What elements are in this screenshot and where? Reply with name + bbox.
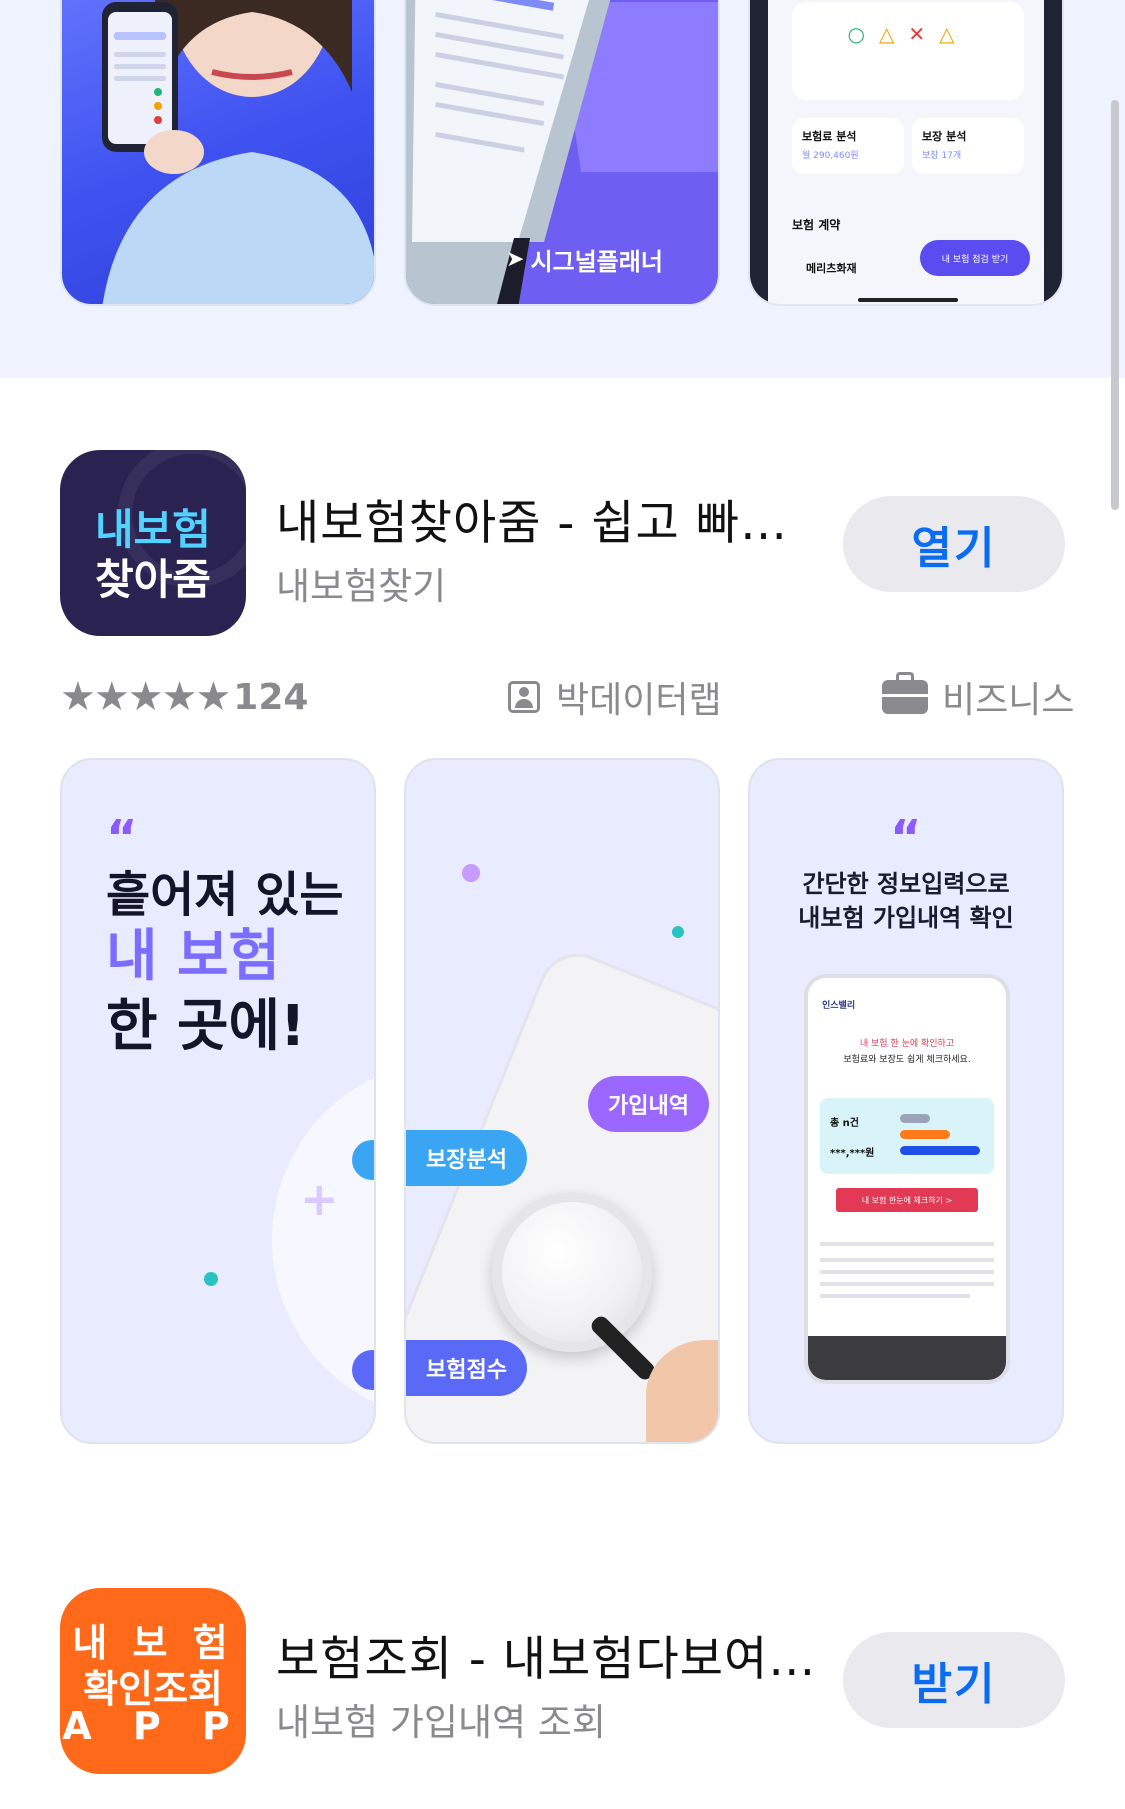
app-title[interactable]: 내보험찾아줌 - 쉽고 빠… bbox=[276, 484, 788, 553]
phone-bezel-right bbox=[1044, 0, 1062, 304]
top-screenshot-1[interactable] bbox=[60, 0, 376, 306]
play-arrow-icon: ➤ bbox=[506, 247, 525, 272]
status-symbols-card: ○△✕△ bbox=[792, 2, 1024, 100]
coverage-analysis-title: 보장 분석 bbox=[922, 130, 967, 143]
headline-line3: 한 곳에! bbox=[106, 994, 306, 1059]
top-screenshot-3[interactable]: ○△✕△ 보험료 분석 월 290,460원 보장 분석 보장 17개 보험 계… bbox=[748, 0, 1064, 306]
get-button-label: 받기 bbox=[911, 1659, 997, 1710]
briefcase-icon bbox=[882, 672, 928, 714]
app-icon-bohumjohoe[interactable]: 내 보 험 확인조회 A P P bbox=[60, 1588, 246, 1774]
screenshot-3[interactable]: “ 간단한 정보입력으로 내보험 가입내역 확인 인스밸리 내 보험 한 눈에 … bbox=[748, 758, 1064, 1444]
coverage-analysis-value: 보장 17개 bbox=[922, 151, 962, 161]
phone-line1: 내 보험 한 눈에 확인하고 bbox=[859, 1039, 955, 1049]
teal-dot bbox=[204, 1272, 218, 1286]
phone-amount: ***,***원 bbox=[830, 1148, 875, 1159]
person-icon bbox=[508, 681, 540, 713]
star-rating-icon: ★★★★★ bbox=[60, 674, 231, 720]
developer-name: 박데이터랩 bbox=[556, 680, 722, 721]
coverage-analysis-card[interactable]: 보장 분석 보장 17개 bbox=[912, 118, 1024, 174]
app2-title[interactable]: 보험조회 - 내보험다보여… bbox=[276, 1620, 816, 1689]
phone-text-line bbox=[820, 1242, 994, 1246]
phone-footer bbox=[808, 1336, 1006, 1380]
scrollbar[interactable] bbox=[1111, 100, 1119, 510]
quote-mark-icon: “ bbox=[890, 810, 922, 866]
app-subtitle: 내보험찾기 bbox=[276, 565, 447, 608]
category-name: 비즈니스 bbox=[942, 680, 1075, 721]
signal-planner-caption: 시그널플래너 bbox=[530, 248, 663, 276]
top-screenshot-2[interactable]: ➤ 시그널플래너 bbox=[404, 0, 720, 306]
developer-info: 박데이터랩 bbox=[508, 672, 722, 722]
tag-subscription: 가입내역 bbox=[588, 1076, 709, 1132]
app2-icon-line3: A P P bbox=[62, 1704, 244, 1748]
phone-text-line bbox=[820, 1270, 994, 1274]
signal-planner-logo: ➤ 시그널플래너 bbox=[506, 242, 663, 277]
screenshot3-line1: 간단한 정보입력으로 bbox=[802, 870, 1010, 898]
screenshot-2[interactable]: 가입내역 보장분석 보험점수 bbox=[404, 758, 720, 1444]
open-button-label: 열기 bbox=[911, 523, 997, 574]
rating-summary: ★★★★★ 124 bbox=[60, 672, 308, 722]
app-icon-naebohum[interactable]: 내보험 찾아줌 bbox=[60, 450, 246, 636]
status-symbols: ○△✕△ bbox=[847, 22, 969, 46]
headline-line2: 내 보험 bbox=[106, 924, 281, 989]
tag-coverage-analysis: 보장분석 bbox=[406, 1130, 527, 1186]
tag-insurance-score: 보험점수 bbox=[406, 1340, 527, 1396]
premium-analysis-card[interactable]: 보험료 분석 월 290,460원 bbox=[792, 118, 904, 174]
app-icon-line2: 찾아줌 bbox=[95, 555, 211, 604]
phone-check-button-label: 내 보험 한눈에 체크하기 > bbox=[861, 1195, 953, 1205]
rating-count: 124 bbox=[233, 676, 309, 718]
premium-analysis-value: 월 290,460원 bbox=[802, 151, 859, 161]
bar-gray bbox=[900, 1114, 930, 1123]
phone-summary-card: 총 n건 ***,***원 bbox=[820, 1098, 994, 1174]
insurance-contract-heading: 보험 계약 bbox=[792, 218, 841, 232]
bar-blue bbox=[900, 1146, 980, 1155]
phone-count: 총 n건 bbox=[830, 1118, 860, 1129]
premium-analysis-title: 보험료 분석 bbox=[802, 130, 857, 143]
phone-text-line bbox=[820, 1258, 994, 1262]
insurance-check-button-label: 내 보험 점검 받기 bbox=[941, 254, 1009, 265]
quote-mark-icon: “ bbox=[106, 810, 138, 866]
screenshot3-line2: 내보험 가입내역 확인 bbox=[798, 904, 1014, 932]
phone-bezel-left bbox=[750, 0, 768, 304]
insurance-check-button[interactable]: 내 보험 점검 받기 bbox=[920, 240, 1030, 276]
bar-orange bbox=[900, 1130, 950, 1139]
phone-mockup: 인스밸리 내 보험 한 눈에 확인하고 보험료와 보장도 쉽게 체크하세요. 총… bbox=[804, 974, 1010, 1384]
purple-dot bbox=[462, 864, 480, 882]
headline-line1: 흩어져 있는 bbox=[106, 867, 344, 923]
phone-line2: 보험료와 보장도 쉽게 체크하세요. bbox=[843, 1055, 971, 1065]
meritz-item: 메리츠화재 bbox=[806, 262, 857, 275]
magnifying-glass-icon bbox=[492, 1192, 652, 1352]
phone-brand: 인스밸리 bbox=[822, 1001, 856, 1011]
teal-dot bbox=[672, 926, 684, 938]
app2-subtitle: 내보험 가입내역 조회 bbox=[276, 1701, 606, 1744]
woman-with-phone-illustration bbox=[102, 0, 374, 304]
screenshot-1[interactable]: “ 흩어져 있는 내 보험 한 곳에! + bbox=[60, 758, 376, 1444]
category-info: 비즈니스 bbox=[882, 672, 1074, 722]
home-indicator bbox=[858, 298, 958, 302]
open-button[interactable]: 열기 bbox=[843, 496, 1065, 592]
phone-text-line bbox=[820, 1294, 970, 1298]
get-button[interactable]: 받기 bbox=[843, 1632, 1065, 1728]
phone-text-line bbox=[820, 1282, 994, 1286]
phone-check-button: 내 보험 한눈에 체크하기 > bbox=[836, 1188, 978, 1212]
plus-icon: + bbox=[300, 1172, 339, 1226]
